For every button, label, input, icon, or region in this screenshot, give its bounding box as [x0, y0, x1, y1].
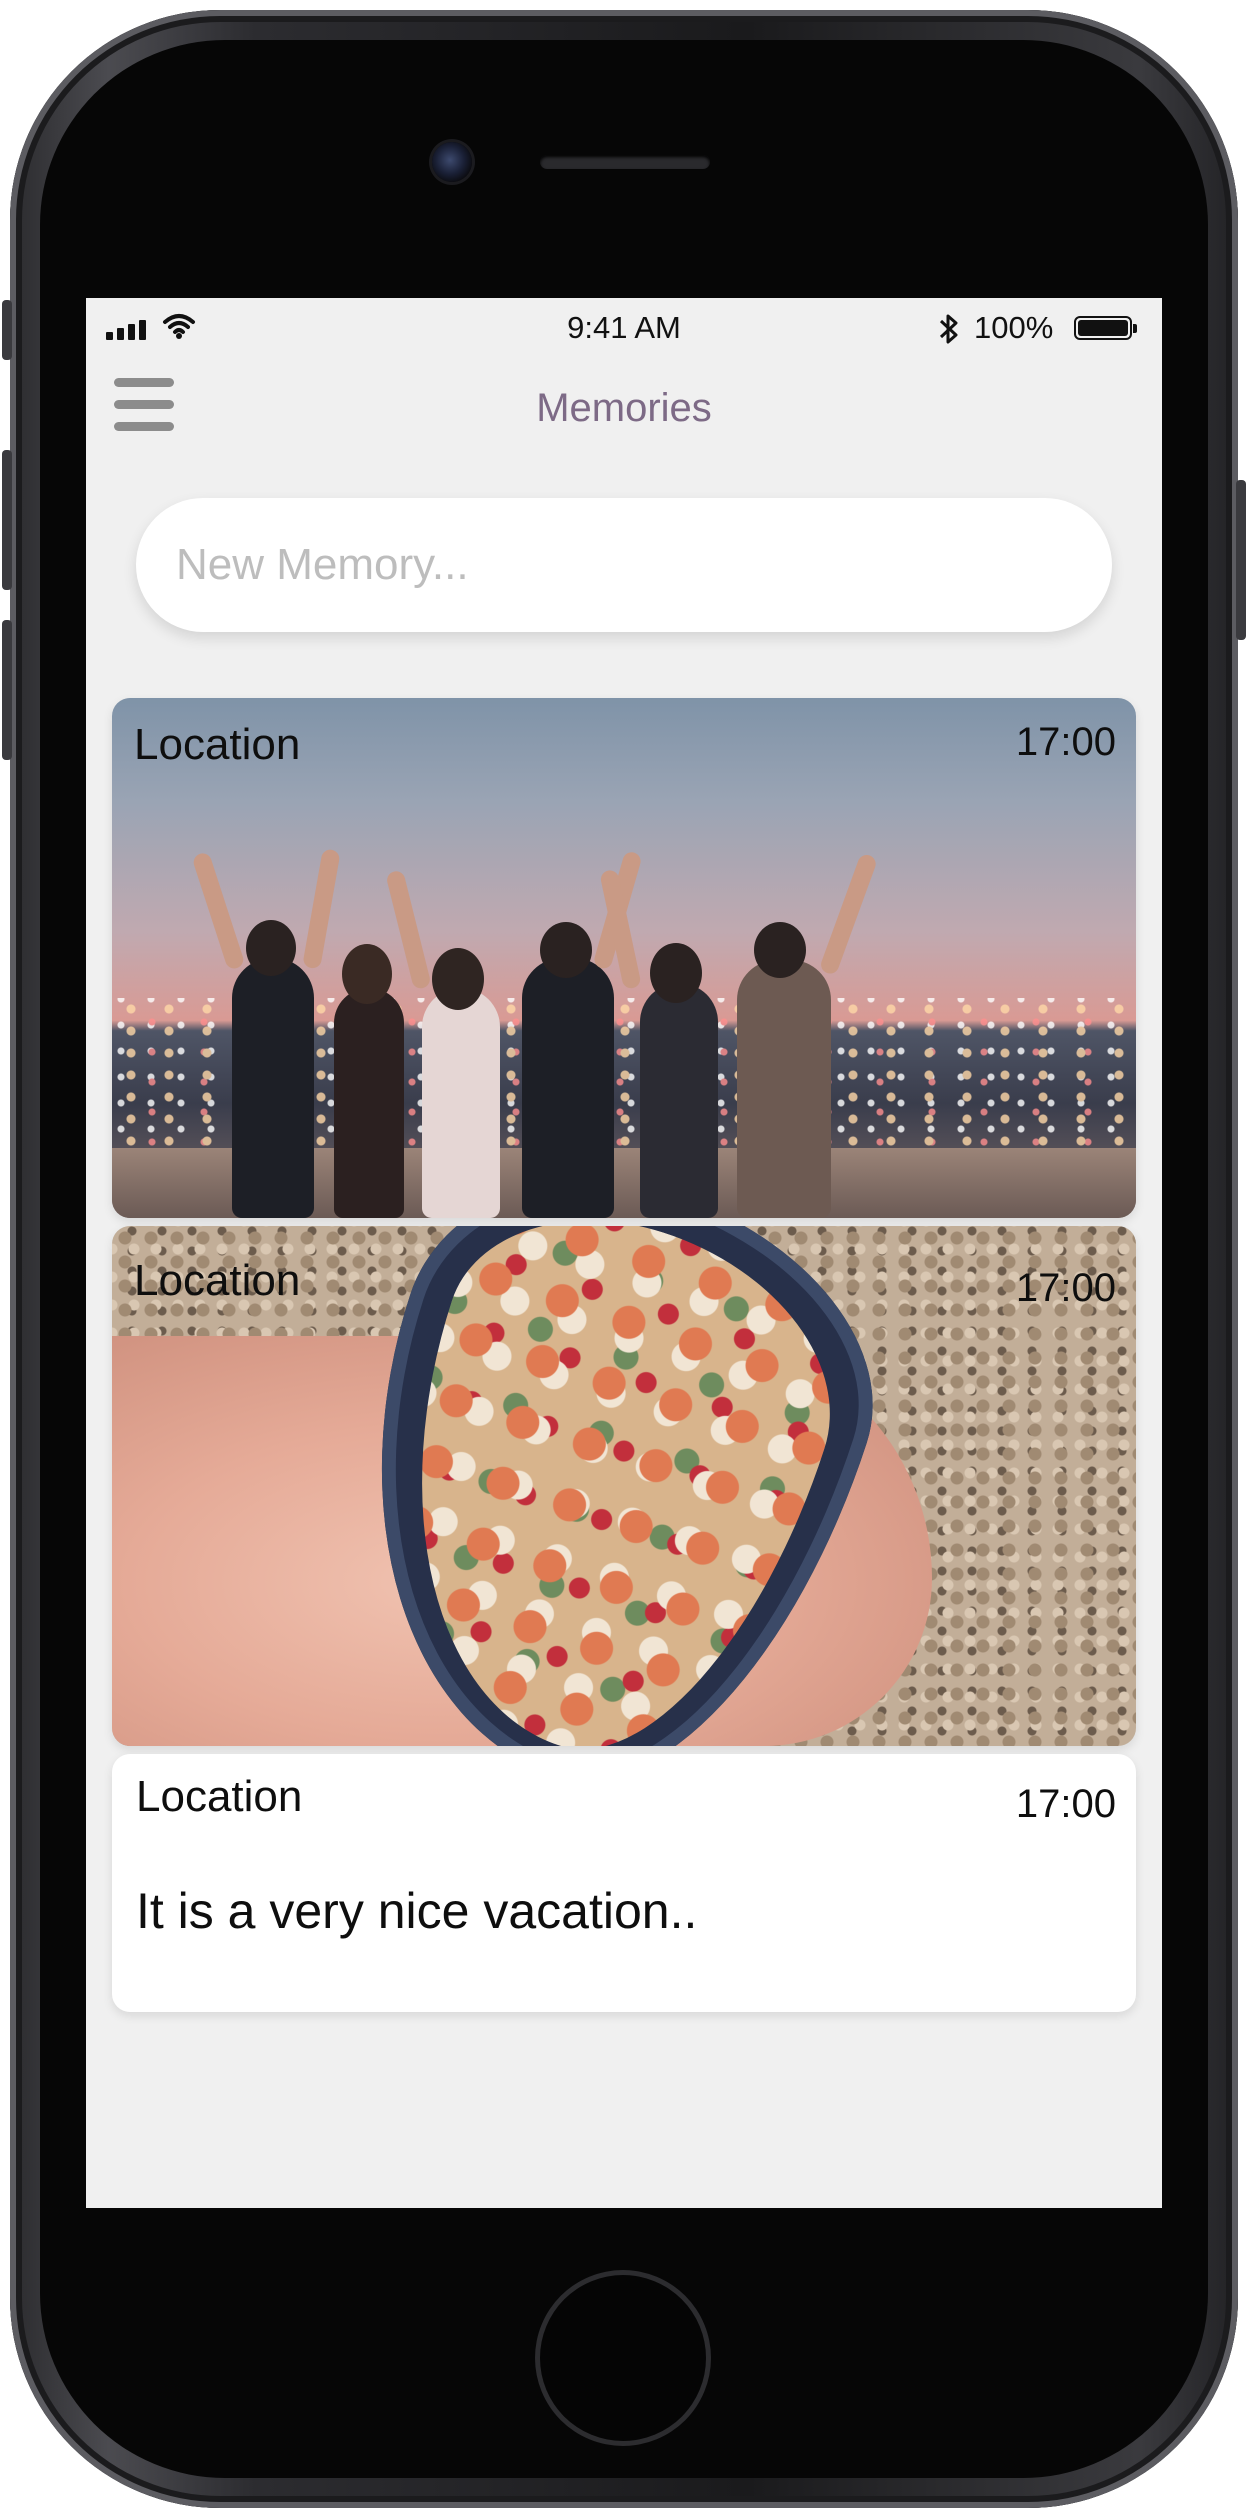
memory-card-photo[interactable]: Location 17:00	[112, 698, 1136, 1218]
page-title: Memories	[536, 386, 712, 430]
earpiece-speaker	[540, 155, 710, 169]
memory-card-text[interactable]: Location 17:00 It is a very nice vacatio…	[112, 1754, 1136, 2012]
person-head	[342, 944, 392, 1004]
battery-icon	[1074, 316, 1137, 340]
bluetooth-icon	[939, 314, 958, 344]
person-arm	[191, 851, 246, 971]
app-screen: 9:41 AM 100% Memories New Memory... Loca…	[86, 298, 1162, 2208]
person-silhouette	[422, 988, 500, 1218]
person-silhouette	[640, 983, 718, 1218]
person-silhouette	[737, 960, 831, 1218]
memory-time: 17:00	[1015, 720, 1116, 764]
memory-time: 17:00	[1015, 1782, 1116, 1826]
new-memory-input[interactable]	[136, 498, 1112, 632]
volume-down-button	[2, 620, 12, 760]
battery-tip	[1133, 324, 1137, 333]
volume-up-button	[2, 450, 12, 590]
battery-percent: 100%	[974, 310, 1054, 345]
person-head	[650, 943, 702, 1003]
home-button[interactable]	[540, 2275, 706, 2441]
front-camera	[432, 142, 472, 182]
person-silhouette	[232, 958, 314, 1218]
person-head	[432, 948, 484, 1010]
memory-card-photo[interactable]: Location 17:00	[112, 1226, 1136, 1746]
memory-location: Location	[136, 1772, 303, 1821]
power-button	[1236, 480, 1246, 640]
status-bar: 9:41 AM 100%	[86, 298, 1162, 360]
person-arm	[385, 869, 432, 991]
memory-location: Location	[134, 720, 301, 769]
memory-text: It is a very nice vacation..	[136, 1883, 698, 1939]
memory-location: Location	[134, 1256, 301, 1305]
person-arm	[818, 852, 879, 977]
battery-fill	[1078, 320, 1128, 336]
person-silhouette	[522, 958, 614, 1218]
person-head	[246, 920, 296, 976]
person-head	[540, 922, 592, 978]
person-head	[754, 922, 806, 978]
person-arm	[302, 848, 341, 970]
person-silhouette	[334, 988, 404, 1218]
silent-switch	[2, 300, 12, 360]
memory-time: 17:00	[1015, 1266, 1116, 1310]
